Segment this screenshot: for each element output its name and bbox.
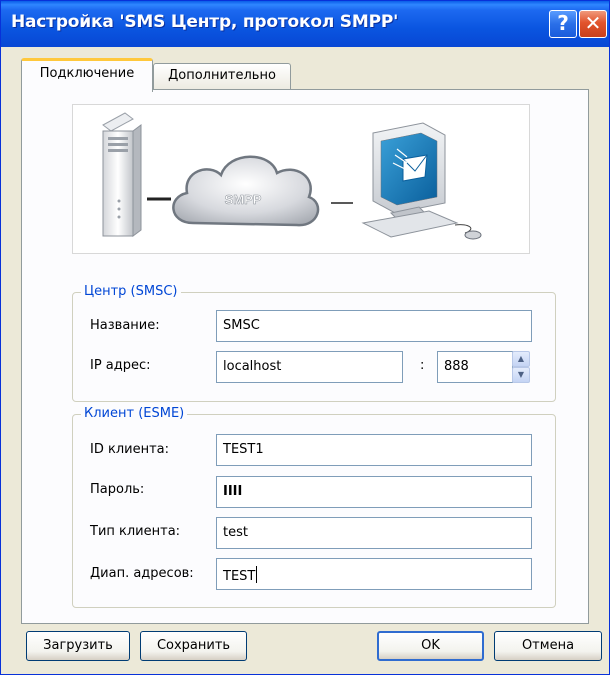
smpp-diagram: SMPP	[102, 112, 482, 240]
close-icon: ✕	[584, 11, 602, 35]
help-button[interactable]: ?	[549, 10, 577, 38]
tab-advanced[interactable]: Дополнительно	[153, 63, 291, 90]
port-input[interactable]: 888	[437, 351, 513, 383]
address-range-label: Диап. адресов:	[90, 566, 194, 581]
connection-illustration: SMPP	[72, 104, 530, 254]
spinner-down-icon[interactable]: ▼	[512, 367, 530, 383]
smsc-group: Центр (SMSC) Название: SMSC IP адрес: lo…	[72, 284, 556, 402]
text-caret	[256, 566, 258, 583]
password-input[interactable]: IIII	[216, 476, 532, 508]
port-spinner[interactable]: ▲ ▼	[512, 351, 530, 383]
save-button[interactable]: Сохранить	[140, 631, 247, 661]
close-button[interactable]: ✕	[579, 10, 607, 38]
cancel-button[interactable]: Отмена	[494, 631, 602, 661]
help-icon: ?	[557, 11, 569, 35]
settings-dialog: Настройка 'SMS Центр, протокол SMPP' ? ✕…	[0, 0, 610, 675]
tab-connection[interactable]: Подключение	[21, 58, 153, 92]
smsc-name-label: Название:	[90, 318, 160, 333]
ip-address-input[interactable]: localhost	[216, 351, 403, 383]
client-type-input[interactable]: test	[216, 517, 532, 549]
computer-icon	[361, 122, 482, 240]
load-button[interactable]: Загрузить	[26, 631, 130, 661]
cloud-label: SMPP	[225, 192, 262, 207]
ok-button[interactable]: OK	[377, 631, 484, 661]
spinner-up-icon[interactable]: ▲	[512, 351, 530, 367]
tab-panel-connection: SMPP Центр (SMSC) Название: SMSC IP адре…	[21, 89, 589, 624]
client-id-input[interactable]: TEST1	[216, 434, 532, 466]
address-range-value: TEST	[223, 569, 256, 584]
client-type-label: Тип клиента:	[90, 524, 181, 539]
esme-group: Клиент (ESME) ID клиента: TEST1 Пароль: …	[72, 406, 556, 608]
title-bar[interactable]: Настройка 'SMS Центр, протокол SMPP' ? ✕	[1, 1, 609, 47]
password-label: Пароль:	[90, 482, 145, 497]
address-range-input[interactable]: TEST	[216, 558, 532, 590]
ip-address-label: IP адрес:	[90, 358, 151, 373]
port-separator: :	[420, 358, 425, 373]
esme-group-title: Клиент (ESME)	[81, 406, 188, 421]
client-id-label: ID клиента:	[90, 442, 170, 457]
cloud-icon: SMPP	[172, 155, 320, 227]
window-title: Настройка 'SMS Центр, протокол SMPP'	[11, 12, 399, 32]
smsc-group-title: Центр (SMSC)	[81, 284, 181, 299]
server-icon	[102, 112, 142, 237]
smsc-name-input[interactable]: SMSC	[216, 310, 532, 342]
